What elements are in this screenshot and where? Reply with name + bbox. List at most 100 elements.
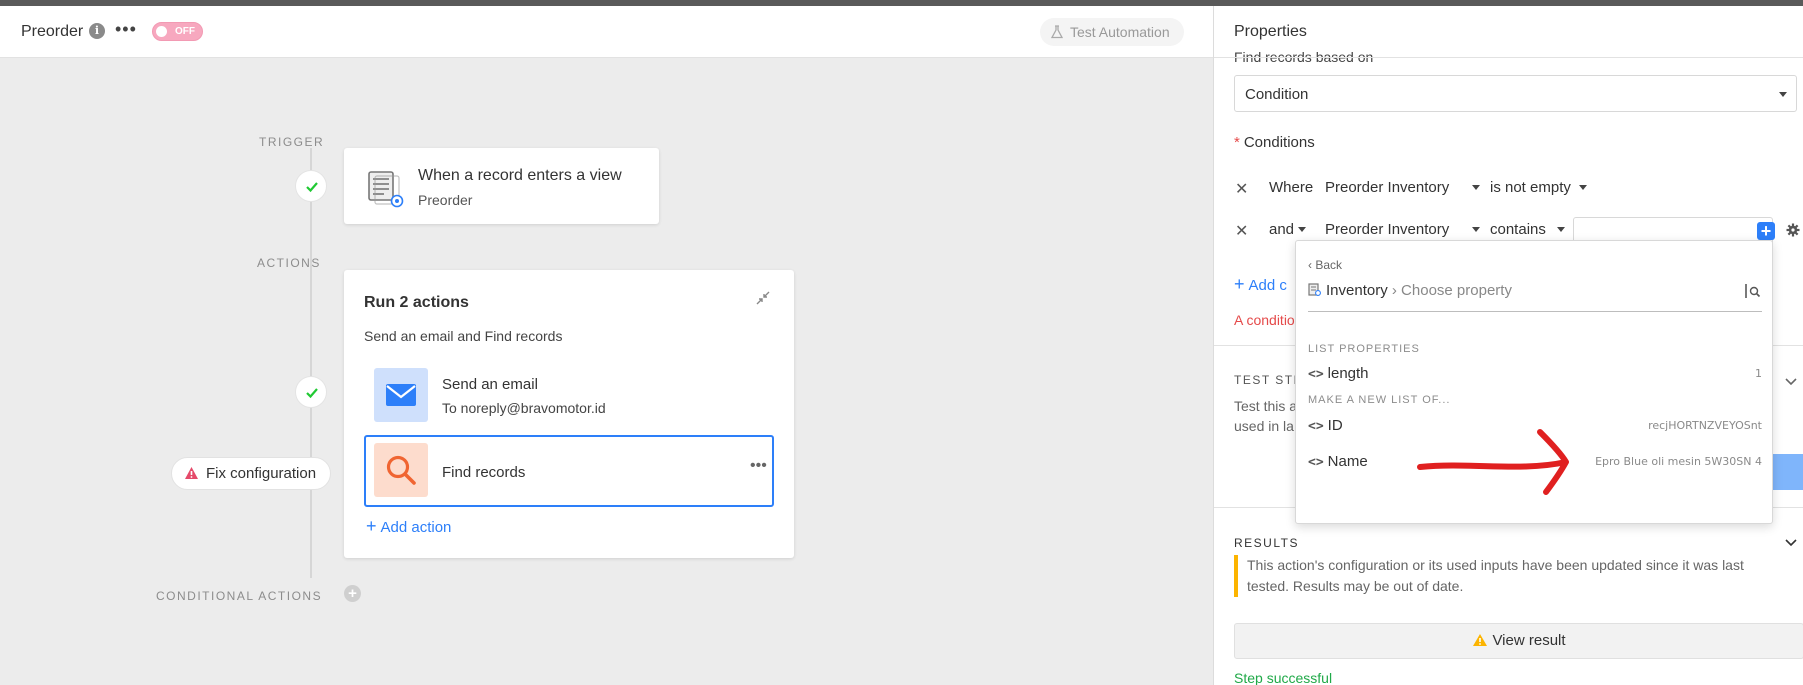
find-records-title: Find records — [442, 464, 526, 481]
trigger-check-icon — [295, 170, 327, 202]
trigger-card[interactable]: When a record enters a view Preorder — [344, 148, 659, 224]
breadcrumb-separator: › — [1391, 282, 1397, 299]
results-outdated-notice: This action's configuration or its used … — [1234, 555, 1789, 597]
plus-icon: + — [366, 516, 377, 536]
warning-icon — [185, 467, 198, 479]
add-action-button[interactable]: + Add action — [366, 516, 451, 537]
view-result-label: View result — [1492, 632, 1566, 649]
add-conditional-action-icon[interactable]: + — [344, 585, 361, 602]
property-sample-value: 1 — [1755, 367, 1762, 380]
add-action-label: Add action — [380, 519, 452, 536]
chevron-down-icon — [1557, 227, 1565, 232]
fix-configuration-label: Fix configuration — [206, 465, 317, 482]
chevron-down-icon[interactable] — [1785, 539, 1797, 547]
toggle-knob — [156, 26, 167, 37]
chevron-down-icon[interactable] — [1785, 378, 1797, 386]
chevron-down-icon — [1472, 227, 1480, 232]
condition-conjunction-select[interactable]: and — [1269, 221, 1294, 238]
property-sample-value: recjHORTNZVEYOSnt — [1648, 419, 1762, 432]
property-name: length — [1327, 365, 1369, 382]
actions-section-label: ACTIONS — [257, 256, 321, 270]
test-step-desc-line-2: used in la — [1234, 418, 1294, 434]
toggle-label: OFF — [175, 26, 195, 37]
send-email-title: Send an email — [442, 376, 538, 393]
conditions-label: Conditions — [1243, 134, 1315, 151]
fix-configuration-button[interactable]: Fix configuration — [171, 457, 332, 490]
actions-group-subtitle: Send an email and Find records — [364, 328, 563, 344]
find-records-action[interactable]: Find records ••• — [364, 435, 774, 507]
chevron-down-icon — [1579, 185, 1587, 190]
condition-field-select[interactable]: Preorder Inventory — [1325, 179, 1449, 196]
back-button[interactable]: ‹ Back — [1308, 258, 1342, 272]
condition-conjunction: Where — [1269, 179, 1314, 196]
send-email-recipient: To noreply@bravomotor.id — [442, 400, 606, 416]
actions-group-title: Run 2 actions — [364, 294, 469, 311]
back-label: Back — [1315, 258, 1343, 272]
more-options-icon[interactable]: ••• — [115, 19, 137, 40]
plus-icon: + — [1234, 274, 1245, 294]
header-divider — [1214, 57, 1803, 58]
chevron-down-icon — [1779, 92, 1787, 97]
test-automation-button[interactable]: Test Automation — [1040, 18, 1184, 46]
chevron-down-icon — [1472, 185, 1480, 190]
trigger-title: When a record enters a view — [418, 167, 622, 184]
property-name: ID — [1327, 417, 1343, 434]
email-icon — [374, 368, 428, 422]
test-step-label: TEST STE — [1234, 373, 1304, 387]
gear-icon[interactable] — [1786, 223, 1800, 237]
picker-breadcrumb: Inventory › Choose property — [1308, 282, 1512, 299]
condition-operator-select[interactable]: is not empty — [1490, 179, 1571, 196]
insert-token-button[interactable]: + — [1757, 222, 1775, 240]
search-icon — [374, 443, 428, 497]
property-item-id[interactable]: <> ID recjHORTNZVEYOSnt — [1308, 417, 1762, 434]
property-item-name[interactable]: <> Name Epro Blue oli mesin 5W30SN 4 — [1308, 453, 1762, 470]
find-based-on-value: Condition — [1245, 86, 1309, 103]
record-view-icon — [368, 171, 404, 208]
condition-field-select[interactable]: Preorder Inventory — [1325, 221, 1449, 238]
property-item-length[interactable]: <> length 1 — [1308, 365, 1762, 382]
picker-table-name[interactable]: Inventory — [1326, 282, 1388, 299]
flask-icon — [1050, 25, 1064, 39]
table-icon — [1308, 283, 1321, 296]
warning-icon — [1473, 634, 1488, 646]
properties-title: Properties — [1234, 23, 1307, 40]
remove-condition-icon[interactable]: ✕ — [1235, 221, 1248, 241]
conditions-heading: * Conditions — [1234, 134, 1315, 151]
timeline-line — [310, 148, 312, 578]
code-icon: <> — [1308, 419, 1324, 434]
property-name: Name — [1327, 453, 1368, 470]
find-records-more-icon[interactable]: ••• — [750, 457, 767, 475]
make-list-group-label: MAKE A NEW LIST OF... — [1308, 394, 1451, 406]
automation-title[interactable]: Preorder — [21, 23, 83, 41]
find-based-on-select[interactable]: Condition — [1234, 75, 1797, 112]
property-sample-value: Epro Blue oli mesin 5W30SN 4 — [1595, 455, 1762, 468]
automation-toggle[interactable]: OFF — [152, 22, 203, 41]
send-email-check-icon — [295, 376, 327, 408]
list-properties-group-label: LIST PROPERTIES — [1308, 343, 1420, 355]
remove-condition-icon[interactable]: ✕ — [1235, 179, 1248, 199]
info-icon[interactable]: i — [89, 23, 105, 39]
required-marker: * — [1234, 134, 1240, 151]
collapse-icon[interactable] — [755, 290, 771, 306]
search-icon — [1745, 284, 1761, 298]
add-condition-button[interactable]: + Add c — [1234, 274, 1287, 295]
test-automation-label: Test Automation — [1070, 24, 1170, 40]
chevron-down-icon — [1298, 227, 1306, 232]
code-icon: <> — [1308, 367, 1324, 382]
test-step-description: Test this a used in la — [1234, 396, 1297, 436]
actions-group-card: Run 2 actions Send an email and Find rec… — [344, 270, 794, 558]
test-step-desc-line-1: Test this a — [1234, 398, 1298, 414]
picker-input-underline — [1308, 311, 1762, 312]
trigger-section-label: TRIGGER — [259, 135, 325, 149]
add-condition-label: Add c — [1248, 277, 1287, 294]
automation-header: Preorder i ••• OFF Test Automation — [0, 6, 1213, 58]
code-icon: <> — [1308, 455, 1324, 470]
condition-operator-select[interactable]: contains — [1490, 221, 1546, 238]
trigger-subtitle: Preorder — [418, 192, 473, 208]
send-email-action[interactable]: Send an email To noreply@bravomotor.id — [364, 360, 774, 432]
picker-search-input[interactable]: Choose property — [1401, 282, 1512, 299]
step-status: Step successful — [1234, 670, 1333, 685]
view-result-button[interactable]: View result — [1234, 623, 1803, 659]
property-picker-dropdown: ‹ Back Inventory › Choose property LIST … — [1295, 240, 1773, 524]
conditional-actions-label: CONDITIONAL ACTIONS — [156, 589, 323, 603]
